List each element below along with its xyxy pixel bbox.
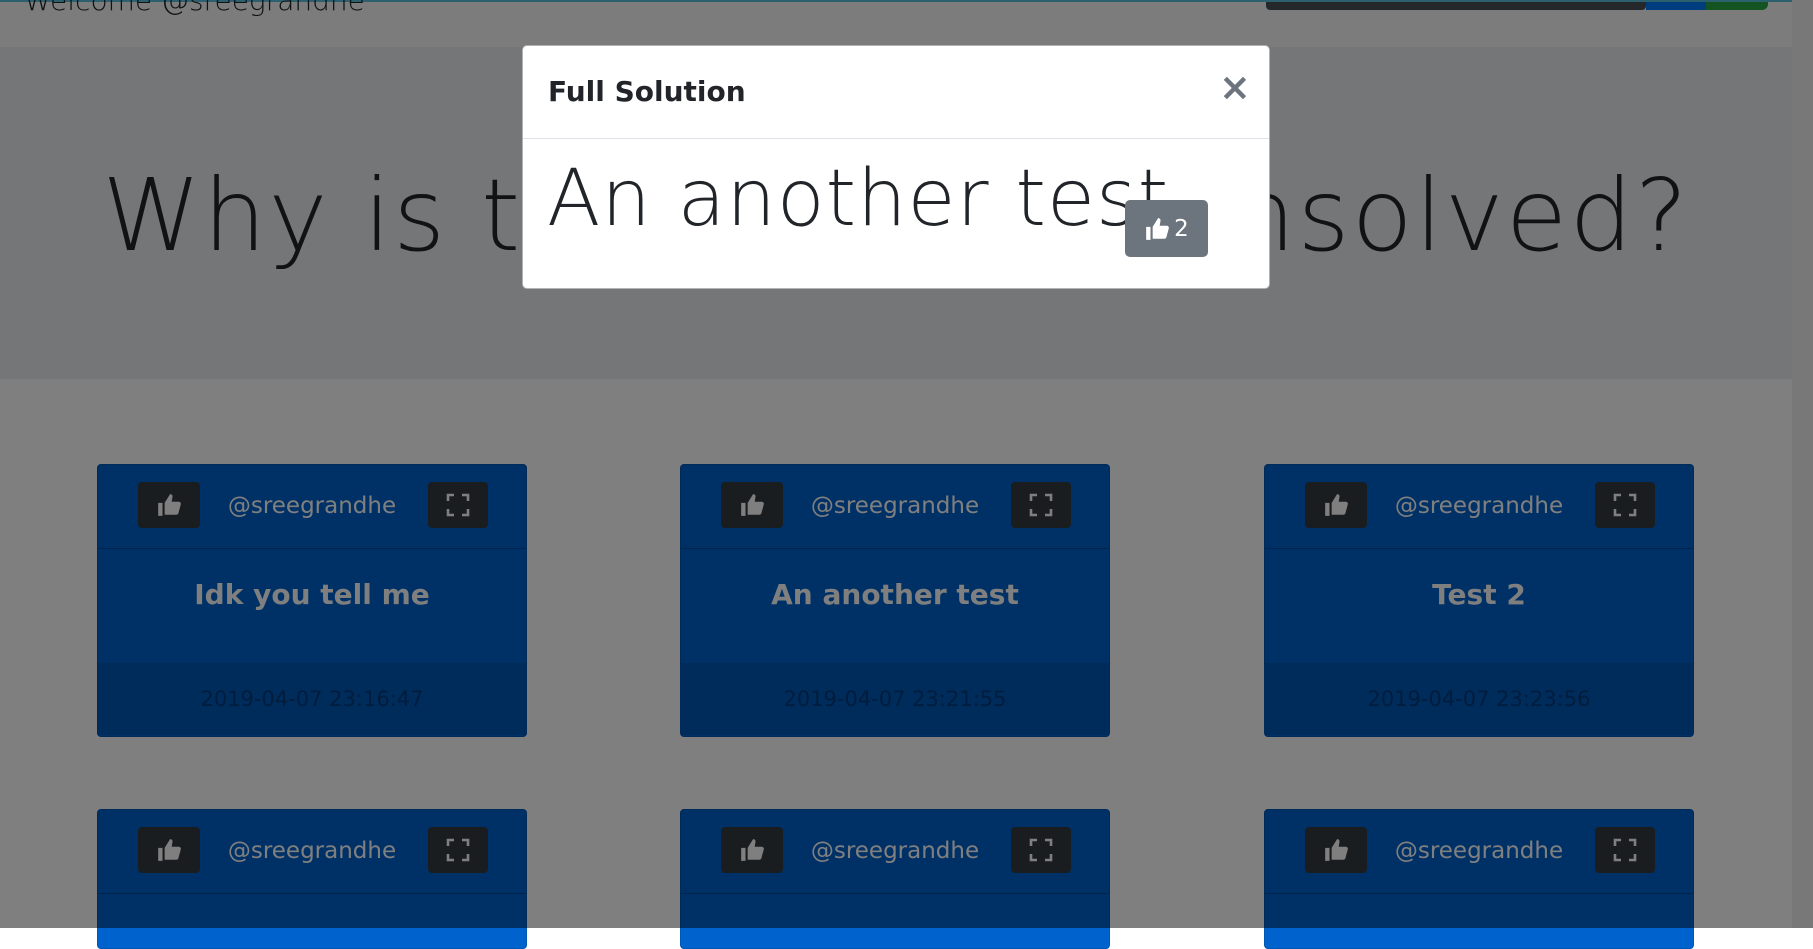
thumbs-up-icon [1144, 216, 1170, 242]
close-button[interactable]: × [1219, 68, 1251, 106]
page: Welcome @sreegrandhe Why is this problem… [0, 0, 1813, 949]
close-icon: × [1219, 65, 1251, 109]
modal-header: Full Solution × [523, 46, 1269, 139]
like-count: 2 [1174, 215, 1189, 242]
full-solution-modal: Full Solution × An another test 2 [522, 45, 1270, 289]
modal-solution-text: An another test [547, 154, 1170, 244]
like-count-badge[interactable]: 2 [1125, 200, 1208, 257]
modal-title: Full Solution [548, 75, 746, 108]
